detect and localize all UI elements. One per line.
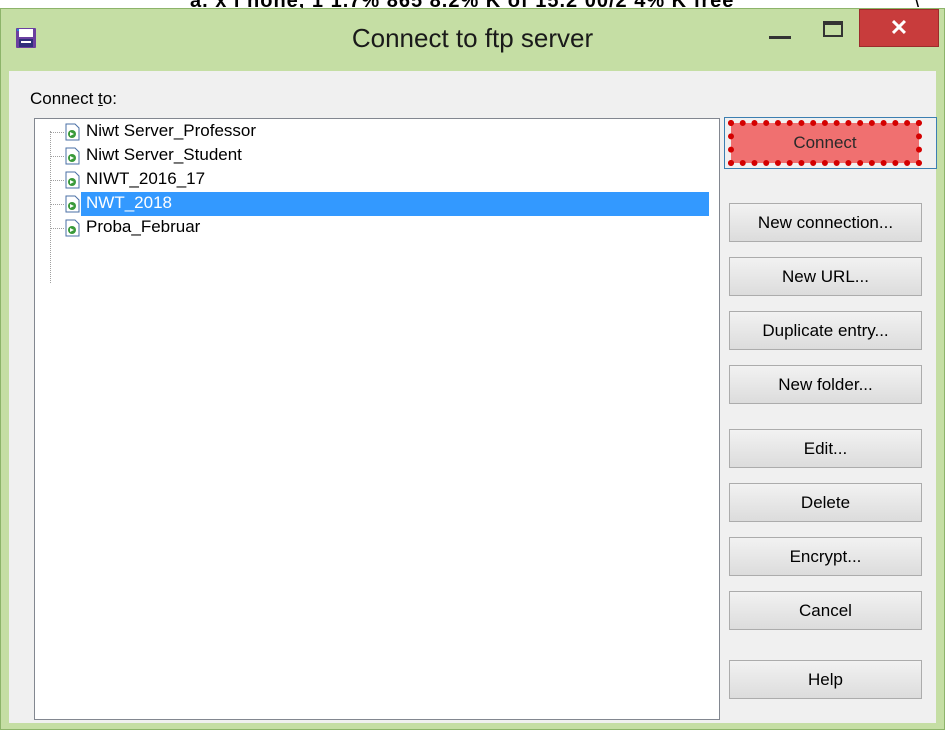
connect-to-label-prefix: Connect [30,89,99,108]
duplicate-entry-button[interactable]: Duplicate entry... [729,311,922,350]
tree-item-label: NWT_2018 [86,193,172,212]
ftp-file-icon [65,171,80,189]
title-bar[interactable]: Connect to ftp server ✕ [1,9,944,71]
ftp-file-icon [65,195,80,213]
tree-item-niwt-server-professor[interactable]: Niwt Server_Professor [35,120,719,144]
new-connection-button[interactable]: New connection... [729,203,922,242]
minimize-button[interactable] [756,9,804,49]
connection-tree[interactable]: Niwt Server_Professor Niwt Server_Studen… [34,118,720,720]
new-url-button[interactable]: New URL... [729,257,922,296]
tree-branch-line [50,228,64,229]
connect-dialog: Connect to ftp server ✕ Connect to: Niwt… [0,8,945,730]
maximize-icon [823,21,843,37]
tree-item-label: NIWT_2016_17 [86,169,206,188]
tree-item-nwt-2018[interactable]: NWT_2018 [35,192,719,216]
cancel-button[interactable]: Cancel [729,591,922,630]
delete-button[interactable]: Delete [729,483,922,522]
edit-button[interactable]: Edit... [729,429,922,468]
ftp-file-icon [65,219,80,237]
connect-to-label: Connect to: [30,89,117,109]
tree-branch-line [50,132,64,133]
close-icon: ✕ [889,15,909,40]
connect-to-label-suffix: o: [102,89,117,108]
tree-item-label: Niwt Server_Professor [86,121,257,140]
tree-item-label: Proba_Februar [86,217,201,236]
help-button[interactable]: Help [729,660,922,699]
ftp-file-icon [65,123,80,141]
ftp-file-icon [65,147,80,165]
new-folder-button[interactable]: New folder... [729,365,922,404]
tree-item-proba-februar[interactable]: Proba_Februar [35,216,719,240]
tree-item-niwt-2016-17[interactable]: NIWT_2016_17 [35,168,719,192]
tree-item-niwt-server-student[interactable]: Niwt Server_Student [35,144,719,168]
maximize-button[interactable] [809,9,857,49]
encrypt-button[interactable]: Encrypt... [729,537,922,576]
connect-button[interactable]: Connect [728,120,922,166]
dialog-client-area: Connect to: Niwt Server_Professor Niwt S… [9,71,937,723]
selection-highlight [81,192,709,216]
tree-item-label: Niwt Server_Student [86,145,242,164]
close-button[interactable]: ✕ [859,9,939,47]
tree-branch-line [50,180,64,181]
minimize-icon [769,35,791,39]
tree-branch-line [50,156,64,157]
tree-branch-line [50,204,64,205]
